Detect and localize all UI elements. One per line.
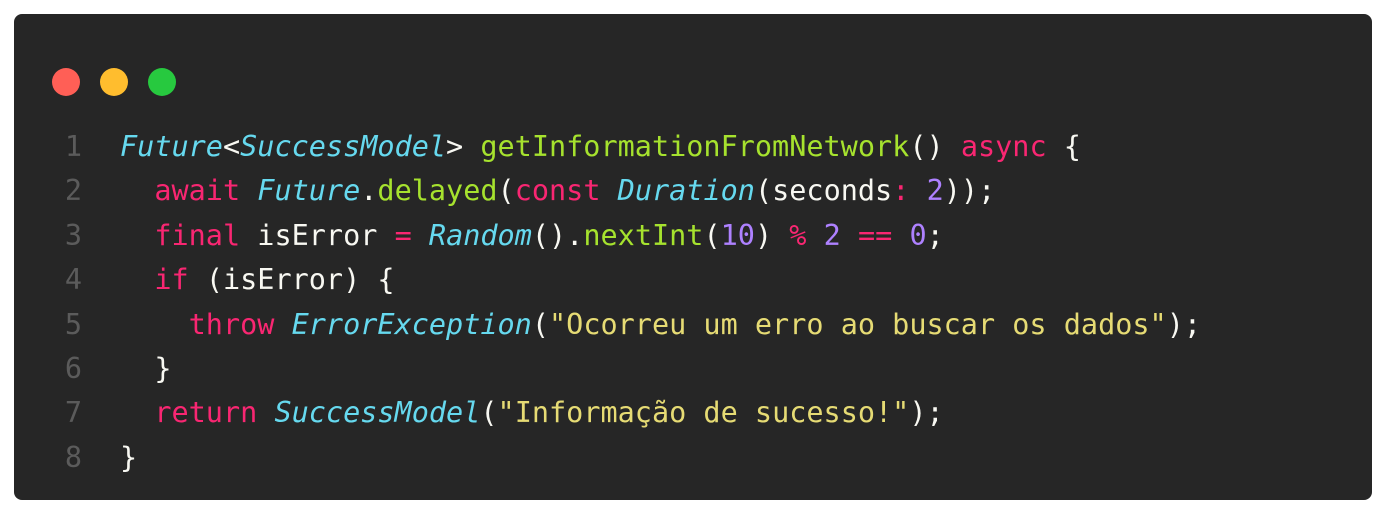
- line-number: 3: [64, 218, 82, 252]
- code-token: 2: [823, 218, 841, 252]
- code-text: throw ErrorException("Ocorreu um erro ao…: [120, 303, 1201, 347]
- code-token: return: [154, 396, 258, 430]
- code-token: {: [1046, 130, 1081, 163]
- line-number: 6: [64, 351, 82, 385]
- code-line: 5 throw ErrorException("Ocorreu um erro …: [14, 303, 1372, 347]
- code-window: 1 Future<SuccessModel> getInformationFrom…: [14, 14, 1372, 500]
- code-text: await Future.delayed(const Duration(seco…: [120, 169, 995, 213]
- code-token: ;: [926, 218, 944, 252]
- code-token: isError: [240, 218, 395, 252]
- code-token: .: [360, 174, 378, 208]
- code-token: SuccessModel: [240, 130, 447, 163]
- line-number: 5: [64, 307, 82, 341]
- code-line: 7 return SuccessModel("Informação de suc…: [14, 391, 1372, 435]
- code-token: (seconds: [754, 174, 893, 208]
- code-token: nextInt: [583, 218, 704, 252]
- code-token: %: [789, 218, 807, 252]
- code-token: final: [154, 218, 241, 252]
- code-token: 10: [720, 218, 755, 252]
- code-line: 3 final isError = Random().nextInt(10) %…: [14, 214, 1372, 258]
- code-token: Random: [428, 218, 532, 252]
- line-number: 4: [64, 263, 82, 297]
- code-token: (: [480, 396, 498, 430]
- code-line: 6 }: [14, 347, 1372, 391]
- code-token: 0: [909, 218, 927, 252]
- code-token: (: [531, 307, 549, 341]
- line-number: 2: [64, 174, 82, 208]
- code-token: "Ocorreu um erro ao buscar os dados": [549, 307, 1167, 341]
- code-text: return SuccessModel("Informação de suces…: [120, 391, 944, 435]
- code-token: Duration: [617, 174, 755, 208]
- code-token: ==: [857, 218, 893, 252]
- code-token: (isError) {: [188, 263, 395, 297]
- code-token: const: [514, 174, 601, 208]
- code-token: SuccessModel: [274, 396, 481, 430]
- code-token: :: [892, 174, 910, 208]
- code-block: 1 Future<SuccessModel> getInformationFrom…: [14, 125, 1372, 480]
- code-token: }: [120, 440, 138, 474]
- code-token: (): [909, 130, 961, 163]
- code-token: if: [154, 263, 189, 297]
- code-token: =: [394, 218, 412, 252]
- code-line: 4 if (isError) {: [14, 258, 1372, 302]
- line-number: 7: [64, 396, 82, 430]
- code-token: (: [497, 174, 515, 208]
- code-token: >: [446, 130, 481, 163]
- close-button[interactable]: [52, 68, 80, 96]
- code-token: <: [222, 130, 241, 163]
- code-line: 1 Future<SuccessModel> getInformationFrom…: [14, 125, 1372, 169]
- code-token: 2: [926, 174, 944, 208]
- code-token: throw: [188, 307, 275, 341]
- code-token: async: [960, 130, 1047, 163]
- code-text: if (isError) {: [120, 258, 395, 302]
- code-token: Future: [120, 130, 223, 163]
- line-number: 8: [64, 440, 82, 474]
- code-text: }: [120, 347, 171, 391]
- code-token: );: [909, 396, 944, 430]
- code-text: final isError = Random().nextInt(10) % 2…: [120, 214, 944, 258]
- code-line: 8}: [14, 436, 1372, 480]
- maximize-button[interactable]: [148, 68, 176, 96]
- code-token: }: [120, 351, 172, 385]
- code-token: Future: [257, 174, 361, 208]
- code-token: ): [754, 218, 790, 252]
- code-token: ErrorException: [291, 307, 532, 341]
- code-text: }: [120, 436, 137, 480]
- code-token: getInformationFromNetwork: [480, 130, 910, 163]
- code-token: await: [154, 174, 241, 208]
- code-token: "Informação de sucesso!": [497, 396, 910, 430]
- code-line: 2 await Future.delayed(const Duration(se…: [14, 169, 1372, 213]
- code-token: ));: [943, 174, 996, 208]
- code-text: Future<SuccessModel> getInformationFromN…: [120, 125, 1081, 169]
- code-token: (: [703, 218, 721, 252]
- code-token: );: [1166, 307, 1202, 341]
- minimize-button[interactable]: [100, 68, 128, 96]
- code-token: delayed: [377, 174, 498, 208]
- code-token: ().: [531, 218, 584, 252]
- line-number: 1: [64, 130, 82, 163]
